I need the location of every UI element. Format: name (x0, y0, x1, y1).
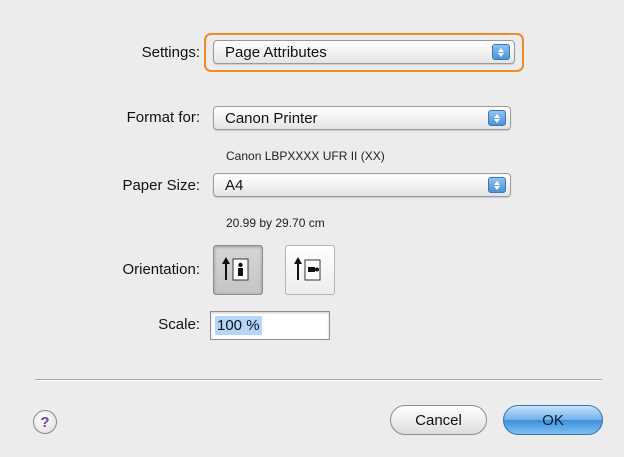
format-for-label: Format for: (126, 109, 200, 126)
format-for-popup[interactable]: Canon Printer (213, 106, 511, 130)
scale-input[interactable]: 100 % (210, 311, 330, 340)
settings-popup[interactable]: Page Attributes (213, 40, 515, 64)
settings-popup-value: Page Attributes (225, 44, 327, 61)
ok-button[interactable]: OK (503, 405, 603, 435)
paper-size-popup-value: A4 (225, 177, 244, 194)
orientation-label: Orientation: (122, 261, 200, 278)
printer-description: Canon LBPXXXX UFR II (XX) (226, 149, 385, 163)
cancel-button[interactable]: Cancel (390, 405, 487, 435)
help-icon: ? (40, 413, 50, 431)
scale-label: Scale: (158, 316, 200, 333)
landscape-orientation-icon (294, 257, 321, 281)
paper-size-label: Paper Size: (122, 177, 200, 194)
paper-size-popup[interactable]: A4 (213, 173, 511, 197)
portrait-orientation-icon (222, 257, 249, 281)
orientation-portrait-button[interactable] (213, 245, 263, 295)
popup-arrows-icon (488, 110, 506, 126)
scale-input-value: 100 % (215, 316, 262, 335)
popup-arrows-icon (488, 177, 506, 193)
paper-size-description: 20.99 by 29.70 cm (226, 216, 325, 230)
popup-arrows-icon (492, 44, 510, 60)
orientation-landscape-button[interactable] (285, 245, 335, 295)
format-for-popup-value: Canon Printer (225, 110, 318, 127)
settings-label: Settings: (141, 44, 200, 61)
help-button[interactable]: ? (33, 410, 57, 434)
divider (35, 379, 602, 381)
